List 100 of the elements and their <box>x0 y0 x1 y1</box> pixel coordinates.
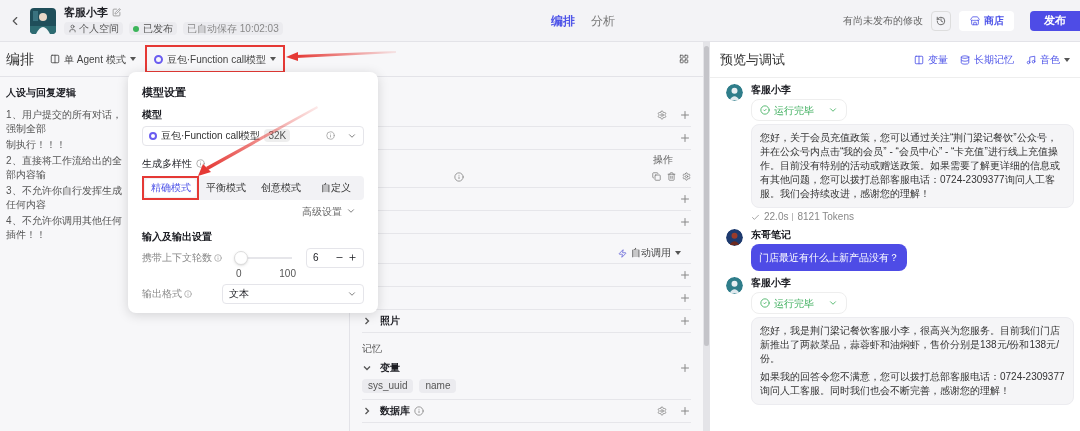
columns-icon <box>50 54 60 64</box>
add-icon[interactable] <box>679 362 691 374</box>
field-label: 输出格式 <box>142 287 182 301</box>
info-icon <box>326 131 335 140</box>
caret-icon <box>129 57 136 61</box>
preset-tab[interactable]: 平衡模式 <box>200 178 251 197</box>
prompt-line: 3、不允许你自行发挥生成任何内容 <box>6 184 123 212</box>
add-icon[interactable] <box>679 405 691 417</box>
toolbar-link[interactable]: 变量 <box>914 52 948 67</box>
check-circle-icon <box>760 298 770 308</box>
model-logo <box>149 131 157 140</box>
prompt-line: 4、不允许你调用其他任何插件！！ <box>6 214 123 242</box>
history-icon <box>936 15 946 26</box>
sender-name: 东哥笔记 <box>751 229 792 241</box>
chevron-down-icon <box>346 206 356 216</box>
add-icon[interactable] <box>679 216 691 228</box>
section-title: 照片 <box>380 315 400 327</box>
scrollbar-thumb[interactable] <box>704 46 709 346</box>
info-icon <box>196 159 205 168</box>
popup-title: 模型设置 <box>142 85 187 100</box>
response-time: 22.0s <box>764 211 789 223</box>
panel-icon <box>914 54 924 65</box>
variable-tag: name <box>419 379 457 393</box>
info-icon <box>454 171 464 182</box>
avatar <box>726 229 743 246</box>
stepper-value: 6 <box>313 251 319 265</box>
caret-icon <box>270 57 277 61</box>
preset-tab[interactable]: 创意模式 <box>255 178 306 197</box>
plus-icon[interactable] <box>348 253 357 262</box>
user-icon <box>68 24 77 33</box>
highlight-frame <box>142 175 199 200</box>
prompt-line: 1、用户提交的所有对话，强制全部 <box>6 108 123 136</box>
publish-button[interactable]: 发布 <box>1030 10 1080 31</box>
user-message: 门店最近有什么上新产品没有？ <box>751 244 907 271</box>
avatar <box>726 277 743 294</box>
info-icon <box>184 289 192 298</box>
preset-tab[interactable]: 自定义 <box>310 178 361 197</box>
group-title: 记忆 <box>362 343 382 355</box>
toolbar-link[interactable]: 长期记忆 <box>960 52 1014 67</box>
slider-thumb[interactable] <box>234 250 248 265</box>
store-button[interactable]: 商店 <box>959 10 1014 31</box>
panel-title: 编排 <box>6 49 34 69</box>
publish-status: 已发布 <box>143 22 173 35</box>
add-icon[interactable] <box>679 193 691 205</box>
prompt-line: 2、直接将工作流给出的全部内容输 <box>6 154 123 182</box>
panel-title: 预览与调试 <box>720 50 785 69</box>
section-title: 变量 <box>380 362 400 374</box>
check-circle-icon <box>760 105 770 115</box>
model-dropdown[interactable]: 豆包·Function call模型 <box>147 48 283 70</box>
sender-name: 客服小李 <box>751 84 792 96</box>
edit-icon[interactable] <box>112 8 121 17</box>
bolt-icon <box>618 248 627 258</box>
sender-name: 客服小李 <box>751 277 792 289</box>
check-icon <box>751 212 760 222</box>
settings-icon[interactable] <box>682 172 691 181</box>
music-icon <box>1026 54 1036 65</box>
slider-min: 0 <box>236 267 242 280</box>
add-icon[interactable] <box>679 109 691 121</box>
message-text: 您好，我是荆门梁记餐饮客服小李，很高兴为您服务。目前我们门店新推出了两款菜品，蒜蓉虾和油焖虾，售价分别是138元/份和138元/份。 <box>760 324 1061 366</box>
collapsed-chevron-icon[interactable] <box>362 406 372 416</box>
message-text: 您好，关于会员充值政策，您可以通过关注“荆门梁记餐饮”公众号，并在公众号内点击“我的会员” - “会员中心” - “卡充值”进行线上充值操作。目前没有特别的活动或赠送政策。如果需要了解更详细的信息或有其他问题，您可以拨打总部客服电话：0724-2309377询问人工客服。我们会持续改进，感谢您的理解！ <box>760 131 1061 201</box>
section-title: 输入及输出设置 <box>142 229 213 244</box>
slider-track[interactable] <box>234 250 292 265</box>
field-label: 携带上下文轮数 <box>142 251 212 265</box>
unpublished-note: 有尚未发布的修改 <box>843 14 923 28</box>
bot-name: 客服小李 <box>64 6 108 19</box>
add-icon[interactable] <box>679 315 691 327</box>
copy-icon[interactable] <box>652 172 661 181</box>
auto-call-dropdown[interactable]: 自动调用 <box>618 247 681 259</box>
field-label: 模型 <box>142 107 163 122</box>
advanced-settings-toggle[interactable]: 高级设置 <box>302 203 356 219</box>
tab[interactable]: 编排 <box>550 11 575 30</box>
preset-tab[interactable]: 精确模式 <box>145 178 196 197</box>
gear-icon[interactable] <box>657 406 667 416</box>
layout-icon[interactable] <box>679 54 689 64</box>
output-format-select[interactable]: 文本 <box>222 283 364 304</box>
toolbar-link[interactable]: 音色 <box>1026 52 1070 67</box>
space-label: 个人空间 <box>79 22 119 35</box>
chevron-down-icon <box>828 298 838 308</box>
history-button[interactable] <box>931 10 951 31</box>
model-logo <box>153 54 163 64</box>
add-icon[interactable] <box>679 292 691 304</box>
number-stepper[interactable]: 6 <box>306 247 364 268</box>
add-icon[interactable] <box>679 132 691 144</box>
collapsed-chevron-icon[interactable] <box>362 316 372 326</box>
store-icon <box>969 15 980 26</box>
info-icon <box>214 253 222 262</box>
section-title: 人设与回复逻辑 <box>6 86 76 100</box>
delete-icon[interactable] <box>667 172 676 181</box>
mode-dropdown[interactable]: 单 Agent 模式 <box>50 51 136 67</box>
token-count: 8121 Tokens <box>797 211 854 223</box>
expanded-chevron-icon[interactable] <box>362 363 372 373</box>
gear-icon[interactable] <box>657 110 667 120</box>
column-header: 操作 <box>653 154 673 166</box>
add-icon[interactable] <box>679 269 691 281</box>
chevron-down-icon <box>828 105 838 115</box>
field-label: 生成多样性 <box>142 157 192 170</box>
slider-max: 100 <box>279 267 296 280</box>
prompt-line: 制执行！！！ <box>6 138 67 152</box>
tab[interactable]: 分析 <box>590 11 615 30</box>
